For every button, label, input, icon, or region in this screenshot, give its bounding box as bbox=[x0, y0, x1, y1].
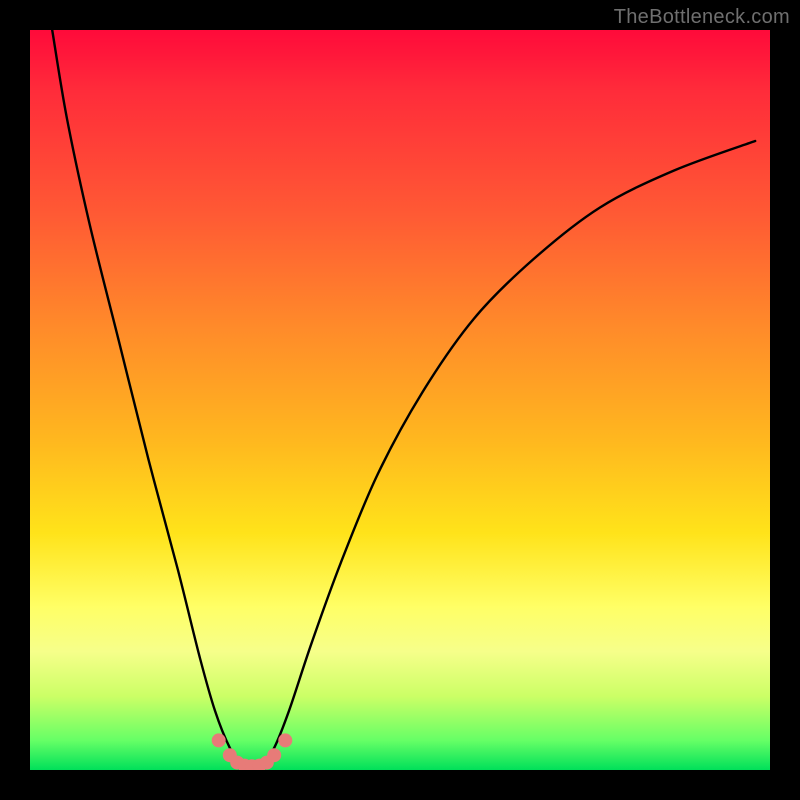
valley-markers bbox=[212, 733, 293, 770]
watermark-text: TheBottleneck.com bbox=[614, 6, 790, 29]
valley-dot bbox=[267, 748, 281, 762]
plot-area bbox=[30, 30, 770, 770]
valley-dot bbox=[278, 733, 292, 747]
bottleneck-curve bbox=[52, 30, 755, 766]
chart-frame: TheBottleneck.com bbox=[0, 0, 800, 800]
valley-dot bbox=[212, 733, 226, 747]
bottleneck-curve-svg bbox=[30, 30, 770, 770]
